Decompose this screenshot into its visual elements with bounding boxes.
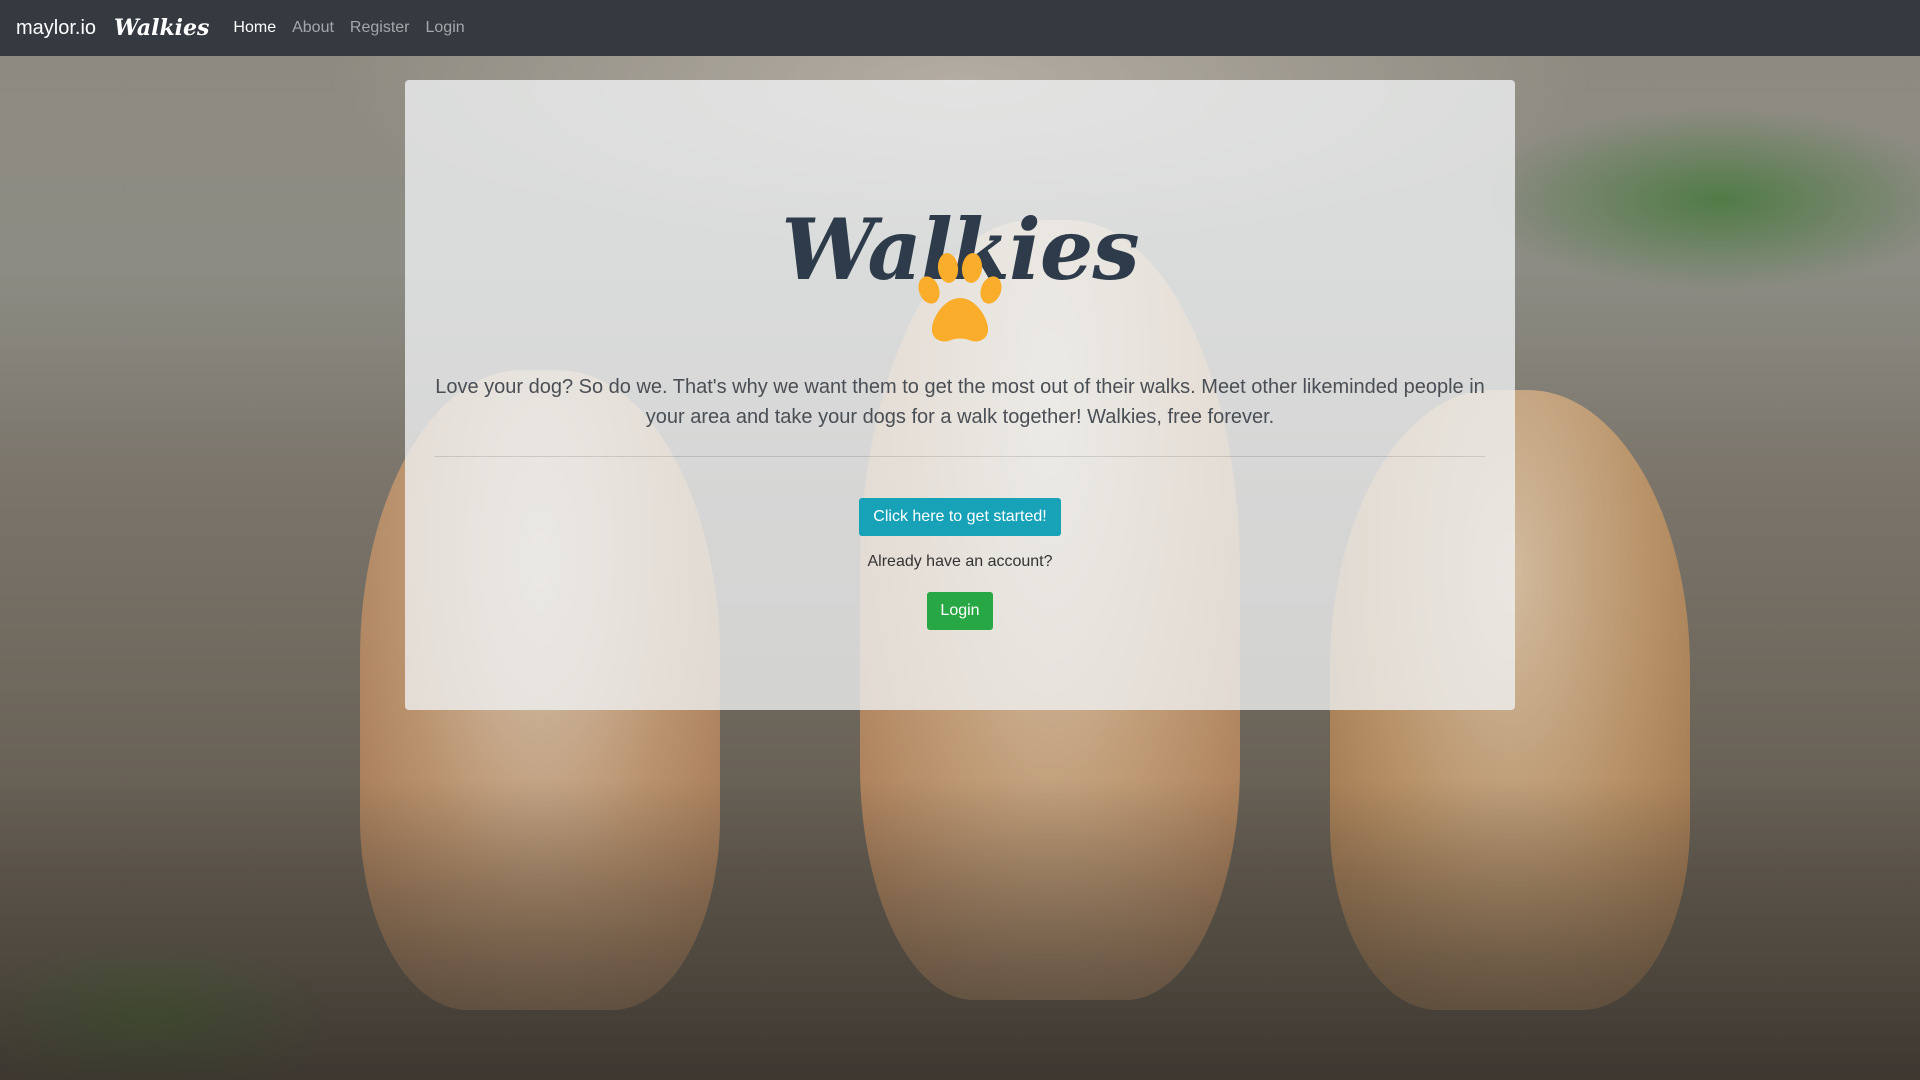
nav-register[interactable]: Register <box>350 19 410 37</box>
hero-description: Love your dog? So do we. That's why we w… <box>435 376 1485 428</box>
login-button[interactable]: Login <box>927 592 993 630</box>
nav-home[interactable]: Home <box>233 19 276 37</box>
top-navbar: maylor.io Walkies Home About Register Lo… <box>0 0 1920 56</box>
paw-icon <box>918 253 1002 342</box>
get-started-button[interactable]: Click here to get started! <box>859 498 1061 536</box>
nav-about[interactable]: About <box>292 19 334 37</box>
gravel-ground <box>0 780 1920 1080</box>
nav-login[interactable]: Login <box>426 19 465 37</box>
hero-divider <box>435 456 1485 457</box>
brand-link[interactable]: maylor.io <box>16 17 96 40</box>
account-prompt: Already have an account? <box>867 553 1053 570</box>
app-logo-text[interactable]: Walkies <box>114 15 209 41</box>
hero-card: Walkies Love your dog? So do we. That's … <box>405 80 1515 710</box>
